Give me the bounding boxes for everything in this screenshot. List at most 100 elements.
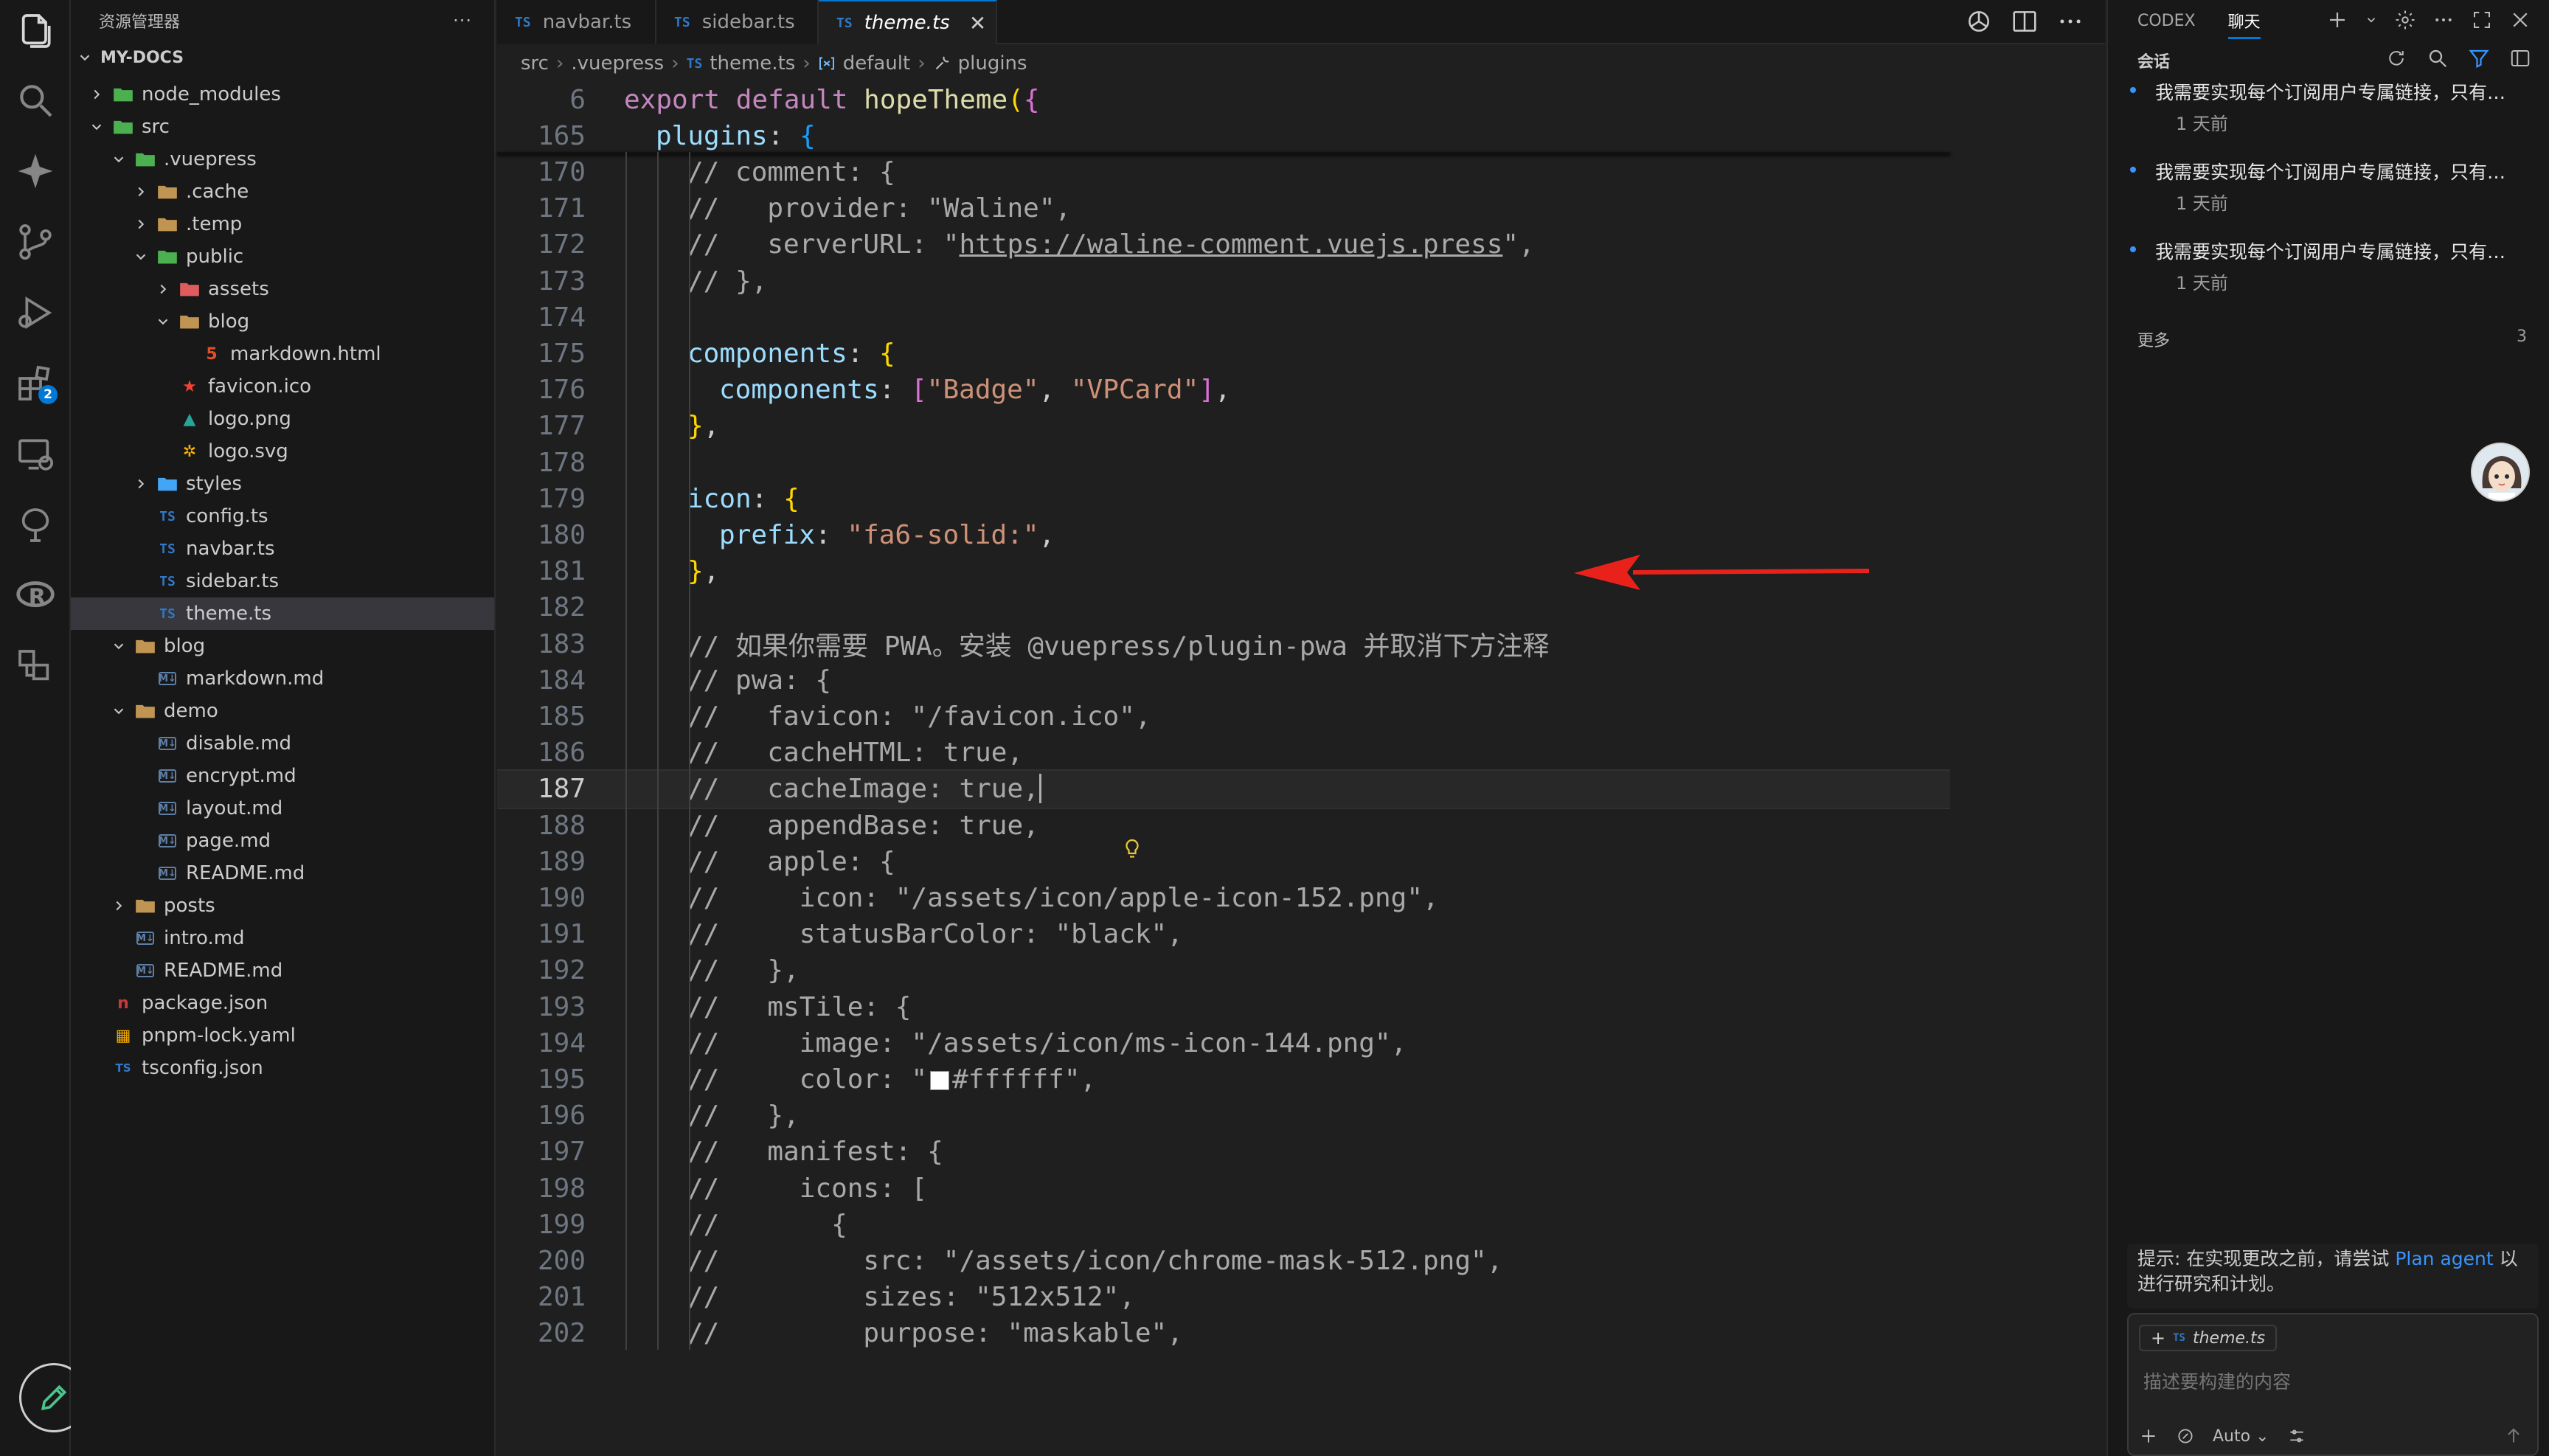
maximize-icon[interactable]: [2471, 9, 2493, 31]
tree-folder[interactable]: blog: [71, 305, 494, 338]
plus-icon[interactable]: [2326, 9, 2348, 31]
close-tab-icon[interactable]: ✕: [969, 11, 986, 35]
r-language-icon[interactable]: R: [15, 575, 56, 617]
code-line[interactable]: 188 // appendBase: true,: [497, 805, 1950, 845]
search-icon[interactable]: [15, 80, 56, 121]
tree-file[interactable]: M↓ page.md: [71, 825, 494, 857]
more-sessions-link[interactable]: 更多: [2137, 327, 2170, 351]
tree-icon[interactable]: [15, 505, 56, 546]
breadcrumb-item[interactable]: .vuepress: [571, 52, 664, 74]
tree-folder[interactable]: styles: [71, 468, 494, 500]
color-swatch[interactable]: [930, 1070, 950, 1090]
tree-file[interactable]: TS theme.ts: [71, 597, 494, 630]
code-line[interactable]: 6 export default hopeTheme({: [497, 80, 1950, 119]
code-line[interactable]: 192 // },: [497, 951, 1950, 991]
tab-chat[interactable]: 聊天: [2227, 9, 2261, 39]
code-line[interactable]: 193 // msTile: {: [497, 987, 1950, 1027]
tree-file[interactable]: ★ favicon.ico: [71, 370, 494, 403]
code-line[interactable]: 172 // serverURL: "https://waline-comment…: [497, 225, 1950, 265]
tree-file[interactable]: M↓ encrypt.md: [71, 760, 494, 792]
code-line[interactable]: 182: [497, 588, 1950, 628]
code-line[interactable]: 190 // icon: "/assets/icon/apple-icon-152…: [497, 878, 1950, 918]
remote-explorer-icon[interactable]: [15, 434, 56, 475]
tab-sidebar[interactable]: TS sidebar.ts: [656, 0, 819, 44]
avatar[interactable]: [2471, 443, 2530, 502]
refresh-icon[interactable]: [2385, 47, 2407, 69]
tree-file[interactable]: TS sidebar.ts: [71, 565, 494, 597]
code-line[interactable]: 197 // manifest: {: [497, 1132, 1950, 1172]
tree-file[interactable]: TS navbar.ts: [71, 533, 494, 565]
run-debug-icon[interactable]: [15, 292, 56, 333]
tree-file[interactable]: M↓ layout.md: [71, 792, 494, 825]
code-line[interactable]: 174: [497, 297, 1950, 337]
code-line[interactable]: 200 // src: "/assets/icon/chrome-mask-512…: [497, 1241, 1950, 1280]
code-line[interactable]: 183 // 如果你需要 PWA。安装 @vuepress/plugin-pwa …: [497, 624, 1950, 664]
tree-file[interactable]: M↓ intro.md: [71, 922, 494, 954]
code-line[interactable]: 201 // sizes: "512x512",: [497, 1278, 1950, 1317]
workspace-root[interactable]: MY-DOCS: [71, 41, 494, 74]
containers-icon[interactable]: [15, 646, 56, 687]
code-line[interactable]: 194 // image: "/assets/icon/ms-icon-144.p…: [497, 1023, 1950, 1063]
code-line[interactable]: 179 icon: {: [497, 479, 1950, 519]
code-line[interactable]: 175 components: {: [497, 333, 1950, 373]
code-area[interactable]: 6 export default hopeTheme({165 plugins: {…: [497, 80, 2105, 1456]
code-line[interactable]: 199 // {: [497, 1204, 1950, 1244]
search-icon[interactable]: [2427, 47, 2449, 69]
code-line[interactable]: 189 // apple: {: [497, 842, 1950, 881]
tree-file[interactable]: TS config.ts: [71, 500, 494, 533]
tree-file[interactable]: TS tsconfig.json: [71, 1052, 494, 1084]
code-line[interactable]: 173 // },: [497, 261, 1950, 301]
settings-sliders-icon[interactable]: [2287, 1426, 2306, 1446]
gear-icon[interactable]: [2394, 9, 2416, 31]
tree-folder[interactable]: posts: [71, 890, 494, 922]
code-line[interactable]: 202 // purpose: "maskable",: [497, 1314, 1950, 1353]
plan-agent-link[interactable]: Plan agent: [2395, 1248, 2493, 1269]
code-line[interactable]: 184 // pwa: {: [497, 660, 1950, 700]
code-line[interactable]: 186 // cacheHTML: true,: [497, 733, 1950, 773]
explorer-more-icon[interactable]: ···: [453, 10, 472, 31]
tab-codex[interactable]: CODEX: [2137, 12, 2196, 30]
code-line[interactable]: 198 // icons: [: [497, 1168, 1950, 1208]
tab-theme[interactable]: TS theme.ts ✕: [819, 0, 997, 44]
chat-input[interactable]: [2143, 1372, 2527, 1393]
more-icon[interactable]: [2432, 9, 2455, 31]
filter-icon[interactable]: [2468, 47, 2490, 69]
breadcrumb-item[interactable]: theme.ts: [710, 52, 795, 74]
tree-folder[interactable]: .vuepress: [71, 143, 494, 176]
more-icon[interactable]: [2056, 7, 2084, 35]
breadcrumb-item[interactable]: src: [521, 52, 549, 74]
plus-icon[interactable]: [2139, 1426, 2158, 1446]
attach-icon[interactable]: [2176, 1426, 2195, 1446]
tree-file[interactable]: M↓ markdown.md: [71, 662, 494, 695]
source-control-icon[interactable]: [15, 221, 56, 263]
tree-folder[interactable]: assets: [71, 273, 494, 305]
code-line[interactable]: 185 // favicon: "/favicon.ico",: [497, 696, 1950, 736]
tree-folder[interactable]: demo: [71, 695, 494, 727]
files-icon[interactable]: [15, 10, 56, 52]
panel-icon[interactable]: [2509, 47, 2531, 69]
context-chip[interactable]: + TS theme.ts: [2139, 1325, 2278, 1351]
tree-file[interactable]: ▲ logo.png: [71, 403, 494, 435]
mode-select[interactable]: Auto ⌄: [2213, 1427, 2269, 1446]
tree-file[interactable]: ✲ logo.svg: [71, 435, 494, 468]
tree-folder[interactable]: .cache: [71, 176, 494, 208]
chevron-down-icon[interactable]: [2365, 9, 2378, 31]
split-editor-icon[interactable]: [2011, 7, 2039, 35]
tree-file[interactable]: M↓ disable.md: [71, 727, 494, 760]
breadcrumb-item[interactable]: default: [843, 52, 910, 74]
tree-folder[interactable]: blog: [71, 630, 494, 662]
openai-icon[interactable]: [1965, 7, 1993, 35]
tab-navbar[interactable]: TS navbar.ts: [497, 0, 656, 44]
tree-file[interactable]: ▦ pnpm-lock.yaml: [71, 1019, 494, 1052]
tree-folder[interactable]: .temp: [71, 208, 494, 240]
tree-folder[interactable]: public: [71, 240, 494, 273]
close-icon[interactable]: [2509, 9, 2531, 31]
lightbulb-icon[interactable]: [1123, 838, 1142, 860]
tree-file[interactable]: n package.json: [71, 987, 494, 1019]
code-line[interactable]: 195 // color: " #ffffff",: [497, 1059, 1950, 1099]
tree-file[interactable]: M↓ README.md: [71, 857, 494, 890]
code-line[interactable]: 187 // cacheImage: true,: [497, 769, 1950, 809]
tree-file[interactable]: M↓ README.md: [71, 954, 494, 987]
code-line[interactable]: 176 components: ["Badge", "VPCard"],: [497, 370, 1950, 410]
code-line[interactable]: 196 // },: [497, 1096, 1950, 1136]
